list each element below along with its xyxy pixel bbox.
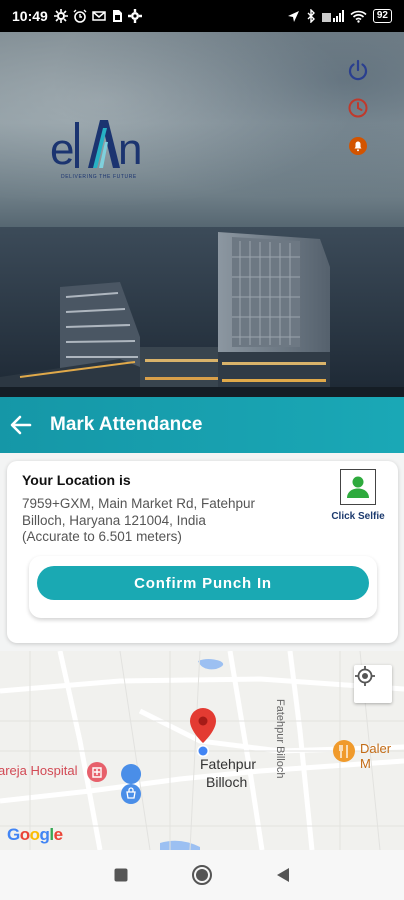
town-line-2: Billoch [206,774,248,790]
location-arrow-icon [287,10,299,22]
address-line-1: 7959+GXM, Main Market Rd, Fatehpur [22,496,255,511]
power-icon[interactable] [346,58,370,82]
elan-logo: e n DELIVERING THE FUTURE [50,120,142,180]
map-canvas [0,651,404,850]
status-time: 10:49 [12,8,48,24]
logo-e: e [50,125,74,174]
history-clock-icon[interactable] [346,96,370,120]
battery-icon: 92 [372,9,392,23]
wifi-icon [350,10,367,23]
click-selfie-button[interactable]: Click Selfie [328,469,388,522]
settings-gear-icon [53,9,68,23]
poi-label: Daler M [360,741,392,771]
hero-action-icons [346,58,370,158]
home-circle-icon[interactable] [187,860,217,890]
google-logo: Google [7,825,63,844]
road-label: Fatehpur Billoch [274,699,286,779]
system-nav-bar [0,850,404,900]
gear-icon [127,9,142,23]
signal-icon [321,9,344,22]
status-icons-left [53,9,142,23]
confirm-punch-in-button[interactable]: Confirm Punch In [37,566,369,600]
logo-tagline: DELIVERING THE FUTURE [61,174,137,180]
svg-text:n: n [118,125,142,174]
status-bar: 10:49 92 [0,0,404,32]
mail-icon [92,11,106,21]
sim-icon [112,10,122,22]
confirm-punch-container: Confirm Punch In [29,556,377,618]
my-location-button[interactable] [354,665,392,703]
page-title: Mark Attendance [50,414,203,435]
recents-square-icon[interactable] [106,860,136,890]
address-line-2: Billoch, Haryana 121004, India [22,513,206,528]
hero-banner: e n DELIVERING THE FUTURE [0,32,404,397]
hospital-label: areja Hospital [0,763,78,778]
bluetooth-icon [307,9,315,23]
person-icon [347,476,369,498]
selfie-label: Click Selfie [331,511,385,522]
town-line-1: Fatehpur [200,756,257,772]
map-view[interactable]: Fatehpur Billoch areja Hospital Daler M … [0,651,404,850]
back-arrow-icon[interactable] [4,408,38,442]
alarm-icon [73,9,87,23]
app-bar: Mark Attendance [0,397,404,453]
location-heading: Your Location is [22,472,131,488]
location-card: Your Location is 7959+GXM, Main Market R… [7,461,398,643]
building-photo [0,227,404,397]
town-label: Fatehpur Billoch [200,755,256,791]
location-accuracy: (Accurate to 6.501 meters) [22,529,182,544]
location-address: 7959+GXM, Main Market Rd, Fatehpur Billo… [22,495,322,529]
notification-icon[interactable] [346,134,370,158]
crosshair-icon [355,666,375,686]
status-icons-right: 92 [287,9,392,23]
back-triangle-icon[interactable] [268,860,298,890]
selfie-frame [340,469,376,505]
